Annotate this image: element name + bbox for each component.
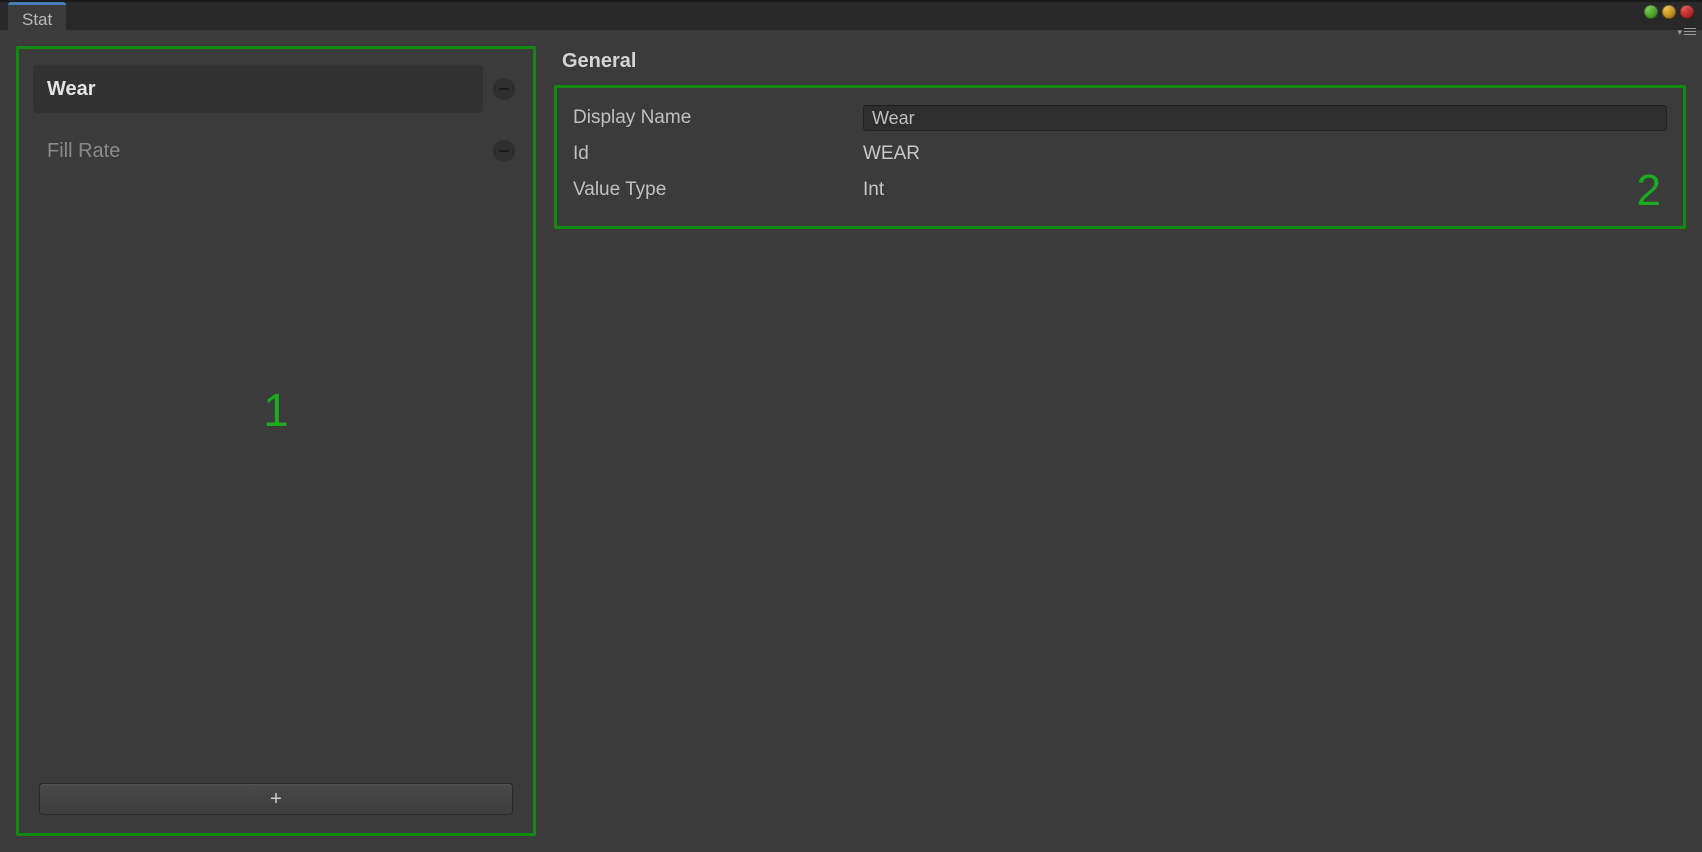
field-label: Value Type (573, 179, 863, 201)
remove-stat-button[interactable] (493, 78, 515, 100)
tab-label: Stat (22, 10, 52, 30)
display-name-input[interactable] (863, 105, 1667, 131)
stat-item-wear[interactable]: Wear (33, 65, 483, 113)
editor-body: Wear Fill Rate 1 + General (0, 30, 1702, 852)
field-value-type: Value Type Int (573, 172, 1667, 208)
window-minimize-icon[interactable] (1644, 5, 1658, 19)
plus-icon: + (270, 788, 282, 811)
field-id: Id WEAR (573, 136, 1667, 172)
field-label: Id (573, 143, 863, 165)
window-maximize-icon[interactable] (1662, 5, 1676, 19)
minus-icon (499, 150, 509, 152)
stat-item-label: Fill Rate (47, 140, 120, 163)
stat-item-fill-rate[interactable]: Fill Rate (33, 127, 483, 175)
panel-menu-icon[interactable]: ▾ (1677, 26, 1696, 36)
stat-list: Wear Fill Rate (33, 63, 519, 783)
section-header-general: General (554, 46, 1686, 85)
stat-list-panel: Wear Fill Rate 1 + (16, 46, 536, 836)
details-panel: General Display Name Id WEAR Value Type … (554, 46, 1686, 836)
tab-stat[interactable]: Stat (8, 2, 66, 30)
remove-stat-button[interactable] (493, 140, 515, 162)
value-type-value: Int (863, 179, 884, 201)
stat-row: Wear (33, 63, 519, 115)
stat-row: Fill Rate (33, 125, 519, 177)
add-stat-button[interactable]: + (39, 783, 513, 815)
field-display-name: Display Name (573, 100, 1667, 136)
field-label: Display Name (573, 107, 863, 129)
stat-item-label: Wear (47, 78, 96, 101)
window-buttons (1644, 5, 1694, 19)
window-close-icon[interactable] (1680, 5, 1694, 19)
minus-icon (499, 88, 509, 90)
details-box: Display Name Id WEAR Value Type Int 2 (554, 85, 1686, 229)
title-bar: Stat ▾ (0, 2, 1702, 30)
id-value: WEAR (863, 143, 920, 165)
